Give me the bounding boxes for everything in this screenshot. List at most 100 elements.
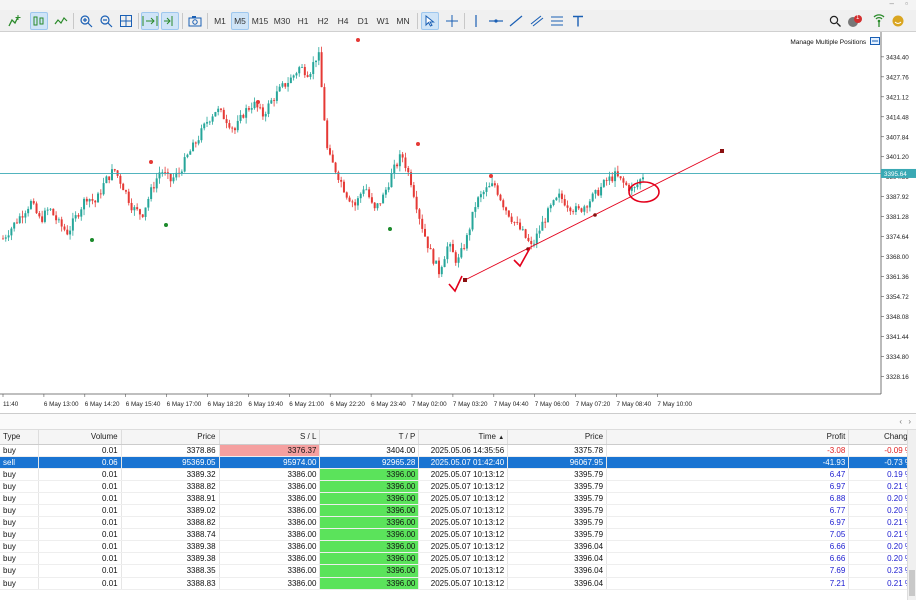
- timeframe-mn[interactable]: MN: [394, 12, 412, 30]
- timeframe-h1[interactable]: H1: [294, 12, 312, 30]
- col-type[interactable]: Type: [0, 430, 39, 445]
- timeframe-m30[interactable]: M30: [273, 12, 291, 30]
- candle-body: [513, 221, 516, 223]
- table-row[interactable]: buy 0.01 3388.83 3386.00 3396.00 2025.05.07 1…: [0, 577, 916, 590]
- text-tool-icon[interactable]: [569, 12, 587, 30]
- timeframe-w1[interactable]: W1: [374, 12, 392, 30]
- scroll-right-icon[interactable]: ›: [908, 417, 911, 426]
- vertical-line-icon[interactable]: [467, 12, 485, 30]
- cell-profit: 6.97: [606, 516, 850, 530]
- candle-body: [74, 215, 77, 219]
- notifications-icon[interactable]: 1: [846, 12, 864, 30]
- community-icon[interactable]: [889, 12, 907, 30]
- candle-body: [21, 216, 24, 218]
- candle-body: [328, 148, 331, 155]
- col-profit[interactable]: Profit: [606, 430, 850, 445]
- timeframe-h4[interactable]: H4: [334, 12, 352, 30]
- cell-profit: 6.66: [606, 552, 850, 566]
- candle-body: [136, 207, 139, 210]
- col-tp[interactable]: T / P: [319, 430, 420, 445]
- timeframe-m15[interactable]: M15: [251, 12, 269, 30]
- table-row[interactable]: buy 0.01 3389.38 3386.00 3396.00 2025.05.07 1…: [0, 552, 916, 566]
- trendline-icon[interactable]: [507, 12, 525, 30]
- col-change[interactable]: Change: [848, 430, 916, 445]
- candle-body: [7, 235, 10, 238]
- cursor-icon[interactable]: [421, 12, 439, 30]
- zoom-in-icon[interactable]: [77, 12, 95, 30]
- table-row[interactable]: buy 0.01 3388.35 3386.00 3396.00 2025.05.07 1…: [0, 564, 916, 578]
- cell-cur: 3396.04: [507, 564, 608, 578]
- candle-body: [197, 140, 200, 144]
- price-tick-label: 3368.00: [886, 254, 909, 261]
- col-sl[interactable]: S / L: [219, 430, 321, 445]
- fibonacci-icon[interactable]: [548, 12, 566, 30]
- zoom-out-icon[interactable]: [97, 12, 115, 30]
- timeframe-m5[interactable]: M5: [231, 12, 249, 30]
- chart-shift-icon[interactable]: [161, 12, 179, 30]
- screenshot-icon[interactable]: [186, 12, 204, 30]
- cell-tp: 3396.00: [319, 504, 420, 518]
- table-row[interactable]: buy 0.01 3388.82 3386.00 3396.00 2025.05.07 1…: [0, 516, 916, 530]
- cell-price: 3388.91: [121, 492, 220, 505]
- cell-change: 0.20 %: [848, 492, 916, 505]
- scrollbar-thumb[interactable]: [909, 570, 915, 596]
- cell-price: 3378.86: [121, 444, 220, 457]
- table-row[interactable]: buy 0.01 3389.38 3386.00 3396.00 2025.05.07 1…: [0, 540, 916, 554]
- cell-change: 0.19 %: [848, 468, 916, 481]
- timeframe-m1[interactable]: M1: [211, 12, 229, 30]
- candle-body: [295, 73, 298, 76]
- price-chart[interactable]: 3434.40 3427.76 3421.12 3414.48 3407.84 3401.…: [0, 32, 916, 413]
- candle-body: [600, 186, 603, 196]
- candle-body: [309, 74, 312, 77]
- manage-positions-icon[interactable]: [870, 37, 880, 45]
- candle-body: [396, 164, 399, 167]
- cell-tp: 3396.00: [319, 577, 420, 590]
- cell-price: 3389.32: [121, 468, 220, 481]
- restore-icon[interactable]: ▫: [905, 0, 908, 8]
- candle-body: [370, 197, 373, 203]
- manage-positions-label[interactable]: Manage Multiple Positions: [790, 37, 880, 46]
- table-row[interactable]: buy 0.01 3388.82 3386.00 3396.00 2025.05.07 1…: [0, 480, 916, 493]
- cell-time: 2025.05.07 10:13:12: [418, 552, 509, 566]
- table-row[interactable]: buy 0.01 3388.91 3386.00 3396.00 2025.05.07 1…: [0, 492, 916, 505]
- table-row[interactable]: buy 0.01 3389.02 3386.00 3396.00 2025.05.07 1…: [0, 504, 916, 518]
- candle-body: [588, 201, 591, 208]
- timeframe-h2[interactable]: H2: [314, 12, 332, 30]
- cell-change: -0.73 %: [848, 456, 916, 469]
- candle-body: [449, 244, 452, 247]
- candle-body: [602, 179, 605, 187]
- candle-body: [351, 201, 354, 203]
- timeframe-d1[interactable]: D1: [354, 12, 372, 30]
- channel-icon[interactable]: [528, 12, 546, 30]
- candlestick-chart[interactable]: 3434.40 3427.76 3421.12 3414.48 3407.84 3401.…: [0, 32, 916, 413]
- tile-windows-icon[interactable]: [117, 12, 135, 30]
- table-scrollbar[interactable]: [907, 430, 916, 600]
- time-tick-label: 6 May 18:20: [208, 401, 243, 408]
- crosshair-icon[interactable]: [443, 12, 461, 30]
- table-row[interactable]: buy 0.01 3389.32 3386.00 3396.00 2025.05.07 1…: [0, 468, 916, 481]
- candlestick-chart-icon[interactable]: [30, 12, 48, 30]
- cell-profit: 6.88: [606, 492, 850, 505]
- auto-scroll-icon[interactable]: [141, 12, 159, 30]
- table-row[interactable]: buy 0.01 3378.86 3376.37 3404.00 2025.05.06 1…: [0, 444, 916, 457]
- signals-icon[interactable]: [870, 12, 888, 30]
- col-time[interactable]: Time ▲: [418, 430, 509, 445]
- table-row[interactable]: sell 0.06 95369.05 95974.00 92965.28 2025.05.…: [0, 456, 916, 469]
- scroll-left-icon[interactable]: ‹: [899, 417, 902, 426]
- candle-body: [356, 198, 359, 206]
- candle-body: [544, 221, 547, 223]
- candle-body: [247, 108, 250, 110]
- table-row[interactable]: buy 0.01 3388.74 3386.00 3396.00 2025.05.07 1…: [0, 528, 916, 542]
- new-chart-icon[interactable]: [6, 12, 24, 30]
- candle-body: [398, 154, 401, 167]
- col-current-price[interactable]: Price: [507, 430, 608, 445]
- col-price[interactable]: Price: [121, 430, 220, 445]
- search-icon[interactable]: [826, 12, 844, 30]
- col-volume[interactable]: Volume: [38, 430, 122, 445]
- candle-body: [379, 203, 382, 205]
- cell-profit: 7.69: [606, 564, 850, 578]
- cell-price: 3388.35: [121, 564, 220, 578]
- minimize-icon[interactable]: –: [890, 0, 894, 8]
- line-chart-icon[interactable]: [52, 12, 70, 30]
- horizontal-line-icon[interactable]: [487, 12, 505, 30]
